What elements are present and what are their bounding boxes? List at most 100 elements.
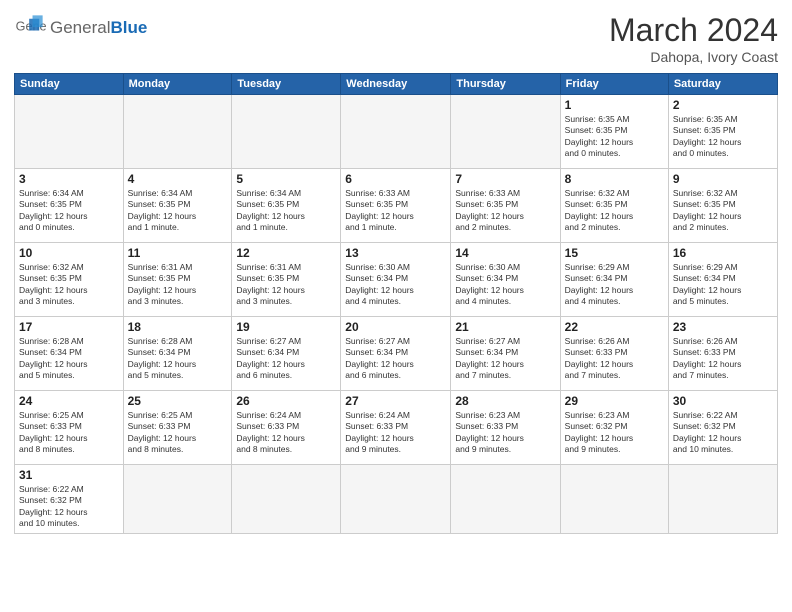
day-number: 5 bbox=[236, 172, 336, 186]
day-info: Sunrise: 6:35 AM Sunset: 6:35 PM Dayligh… bbox=[673, 114, 773, 160]
calendar-cell: 18 Sunrise: 6:28 AM Sunset: 6:34 PM Dayli… bbox=[123, 317, 232, 391]
calendar-week-6: 31Sunrise: 6:22 AM Sunset: 6:32 PM Dayli… bbox=[15, 465, 778, 534]
calendar-cell bbox=[123, 465, 232, 534]
day-number: 31 bbox=[19, 468, 119, 482]
weekday-friday: Friday bbox=[560, 74, 668, 95]
calendar-week-3: 10 Sunrise: 6:32 AM Sunset: 6:35 PM Dayli… bbox=[15, 243, 778, 317]
calendar-title: March 2024 bbox=[609, 12, 778, 49]
day-info: Sunrise: 6:24 AM Sunset: 6:33 PM Dayligh… bbox=[345, 410, 446, 456]
day-number: 2 bbox=[673, 98, 773, 112]
day-number: 23 bbox=[673, 320, 773, 334]
calendar-week-2: 3 Sunrise: 6:34 AM Sunset: 6:35 PM Daylig… bbox=[15, 169, 778, 243]
day-info: Sunrise: 6:33 AM Sunset: 6:35 PM Dayligh… bbox=[345, 188, 446, 234]
calendar-cell: 23Sunrise: 6:26 AM Sunset: 6:33 PM Dayli… bbox=[668, 317, 777, 391]
calendar-cell: 2 Sunrise: 6:35 AM Sunset: 6:35 PM Daylig… bbox=[668, 95, 777, 169]
day-info: Sunrise: 6:24 AM Sunset: 6:33 PM Dayligh… bbox=[236, 410, 336, 456]
day-info: Sunrise: 6:25 AM Sunset: 6:33 PM Dayligh… bbox=[128, 410, 228, 456]
calendar-cell: 21 Sunrise: 6:27 AM Sunset: 6:34 PM Dayli… bbox=[451, 317, 560, 391]
calendar-cell: 28 Sunrise: 6:23 AM Sunset: 6:33 PM Dayli… bbox=[451, 391, 560, 465]
weekday-wednesday: Wednesday bbox=[341, 74, 451, 95]
day-number: 25 bbox=[128, 394, 228, 408]
day-info: Sunrise: 6:27 AM Sunset: 6:34 PM Dayligh… bbox=[455, 336, 555, 382]
day-number: 22 bbox=[565, 320, 664, 334]
calendar-cell: 5Sunrise: 6:34 AM Sunset: 6:35 PM Daylig… bbox=[232, 169, 341, 243]
day-number: 10 bbox=[19, 246, 119, 260]
calendar-table: SundayMondayTuesdayWednesdayThursdayFrid… bbox=[14, 73, 778, 534]
day-info: Sunrise: 6:32 AM Sunset: 6:35 PM Dayligh… bbox=[19, 262, 119, 308]
title-block: March 2024 Dahopa, Ivory Coast bbox=[609, 12, 778, 65]
day-info: Sunrise: 6:28 AM Sunset: 6:34 PM Dayligh… bbox=[128, 336, 228, 382]
day-number: 26 bbox=[236, 394, 336, 408]
day-number: 15 bbox=[565, 246, 664, 260]
weekday-monday: Monday bbox=[123, 74, 232, 95]
calendar-cell: 26 Sunrise: 6:24 AM Sunset: 6:33 PM Dayli… bbox=[232, 391, 341, 465]
day-number: 7 bbox=[455, 172, 555, 186]
day-number: 17 bbox=[19, 320, 119, 334]
page: General GeneralBlue March 2024 Dahopa, I… bbox=[0, 0, 792, 612]
calendar-cell: 17 Sunrise: 6:28 AM Sunset: 6:34 PM Dayli… bbox=[15, 317, 124, 391]
day-number: 9 bbox=[673, 172, 773, 186]
calendar-cell: 7Sunrise: 6:33 AM Sunset: 6:35 PM Daylig… bbox=[451, 169, 560, 243]
day-info: Sunrise: 6:27 AM Sunset: 6:34 PM Dayligh… bbox=[345, 336, 446, 382]
weekday-saturday: Saturday bbox=[668, 74, 777, 95]
day-number: 21 bbox=[455, 320, 555, 334]
day-info: Sunrise: 6:32 AM Sunset: 6:35 PM Dayligh… bbox=[673, 188, 773, 234]
calendar-cell bbox=[232, 95, 341, 169]
calendar-cell: 14Sunrise: 6:30 AM Sunset: 6:34 PM Dayli… bbox=[451, 243, 560, 317]
logo-blue-text: Blue bbox=[110, 18, 147, 37]
day-info: Sunrise: 6:35 AM Sunset: 6:35 PM Dayligh… bbox=[565, 114, 664, 160]
day-info: Sunrise: 6:27 AM Sunset: 6:34 PM Dayligh… bbox=[236, 336, 336, 382]
calendar-cell bbox=[15, 95, 124, 169]
calendar-cell bbox=[451, 95, 560, 169]
calendar-cell: 15Sunrise: 6:29 AM Sunset: 6:34 PM Dayli… bbox=[560, 243, 668, 317]
day-number: 19 bbox=[236, 320, 336, 334]
day-number: 4 bbox=[128, 172, 228, 186]
generalblue-logo-icon: General bbox=[14, 12, 46, 44]
calendar-cell: 30 Sunrise: 6:22 AM Sunset: 6:32 PM Dayli… bbox=[668, 391, 777, 465]
calendar-cell: 31Sunrise: 6:22 AM Sunset: 6:32 PM Dayli… bbox=[15, 465, 124, 534]
day-info: Sunrise: 6:34 AM Sunset: 6:35 PM Dayligh… bbox=[19, 188, 119, 234]
day-info: Sunrise: 6:26 AM Sunset: 6:33 PM Dayligh… bbox=[565, 336, 664, 382]
day-info: Sunrise: 6:23 AM Sunset: 6:33 PM Dayligh… bbox=[455, 410, 555, 456]
calendar-cell: 16 Sunrise: 6:29 AM Sunset: 6:34 PM Dayli… bbox=[668, 243, 777, 317]
weekday-sunday: Sunday bbox=[15, 74, 124, 95]
day-number: 28 bbox=[455, 394, 555, 408]
weekday-thursday: Thursday bbox=[451, 74, 560, 95]
day-number: 29 bbox=[565, 394, 664, 408]
day-number: 3 bbox=[19, 172, 119, 186]
calendar-cell: 29 Sunrise: 6:23 AM Sunset: 6:32 PM Dayli… bbox=[560, 391, 668, 465]
calendar-location: Dahopa, Ivory Coast bbox=[609, 49, 778, 65]
day-number: 14 bbox=[455, 246, 555, 260]
calendar-cell bbox=[341, 465, 451, 534]
day-info: Sunrise: 6:23 AM Sunset: 6:32 PM Dayligh… bbox=[565, 410, 664, 456]
calendar-cell: 13 Sunrise: 6:30 AM Sunset: 6:34 PM Dayli… bbox=[341, 243, 451, 317]
day-number: 30 bbox=[673, 394, 773, 408]
day-number: 16 bbox=[673, 246, 773, 260]
day-info: Sunrise: 6:29 AM Sunset: 6:34 PM Dayligh… bbox=[673, 262, 773, 308]
calendar-cell bbox=[123, 95, 232, 169]
day-info: Sunrise: 6:25 AM Sunset: 6:33 PM Dayligh… bbox=[19, 410, 119, 456]
day-info: Sunrise: 6:22 AM Sunset: 6:32 PM Dayligh… bbox=[673, 410, 773, 456]
calendar-cell: 6Sunrise: 6:33 AM Sunset: 6:35 PM Daylig… bbox=[341, 169, 451, 243]
day-info: Sunrise: 6:28 AM Sunset: 6:34 PM Dayligh… bbox=[19, 336, 119, 382]
calendar-cell: 9 Sunrise: 6:32 AM Sunset: 6:35 PM Daylig… bbox=[668, 169, 777, 243]
calendar-cell bbox=[668, 465, 777, 534]
weekday-header-row: SundayMondayTuesdayWednesdayThursdayFrid… bbox=[15, 74, 778, 95]
day-number: 1 bbox=[565, 98, 664, 112]
day-number: 8 bbox=[565, 172, 664, 186]
calendar-cell: 22 Sunrise: 6:26 AM Sunset: 6:33 PM Dayli… bbox=[560, 317, 668, 391]
calendar-week-5: 24 Sunrise: 6:25 AM Sunset: 6:33 PM Dayli… bbox=[15, 391, 778, 465]
calendar-cell: 10 Sunrise: 6:32 AM Sunset: 6:35 PM Dayli… bbox=[15, 243, 124, 317]
day-info: Sunrise: 6:30 AM Sunset: 6:34 PM Dayligh… bbox=[345, 262, 446, 308]
calendar-cell: 19 Sunrise: 6:27 AM Sunset: 6:34 PM Dayli… bbox=[232, 317, 341, 391]
calendar-cell: 25 Sunrise: 6:25 AM Sunset: 6:33 PM Dayli… bbox=[123, 391, 232, 465]
day-number: 24 bbox=[19, 394, 119, 408]
calendar-cell: 8 Sunrise: 6:32 AM Sunset: 6:35 PM Daylig… bbox=[560, 169, 668, 243]
calendar-cell: 1 Sunrise: 6:35 AM Sunset: 6:35 PM Daylig… bbox=[560, 95, 668, 169]
day-number: 18 bbox=[128, 320, 228, 334]
calendar-cell: 27Sunrise: 6:24 AM Sunset: 6:33 PM Dayli… bbox=[341, 391, 451, 465]
day-number: 13 bbox=[345, 246, 446, 260]
day-info: Sunrise: 6:32 AM Sunset: 6:35 PM Dayligh… bbox=[565, 188, 664, 234]
logo: General GeneralBlue bbox=[14, 12, 147, 44]
calendar-cell: 20Sunrise: 6:27 AM Sunset: 6:34 PM Dayli… bbox=[341, 317, 451, 391]
